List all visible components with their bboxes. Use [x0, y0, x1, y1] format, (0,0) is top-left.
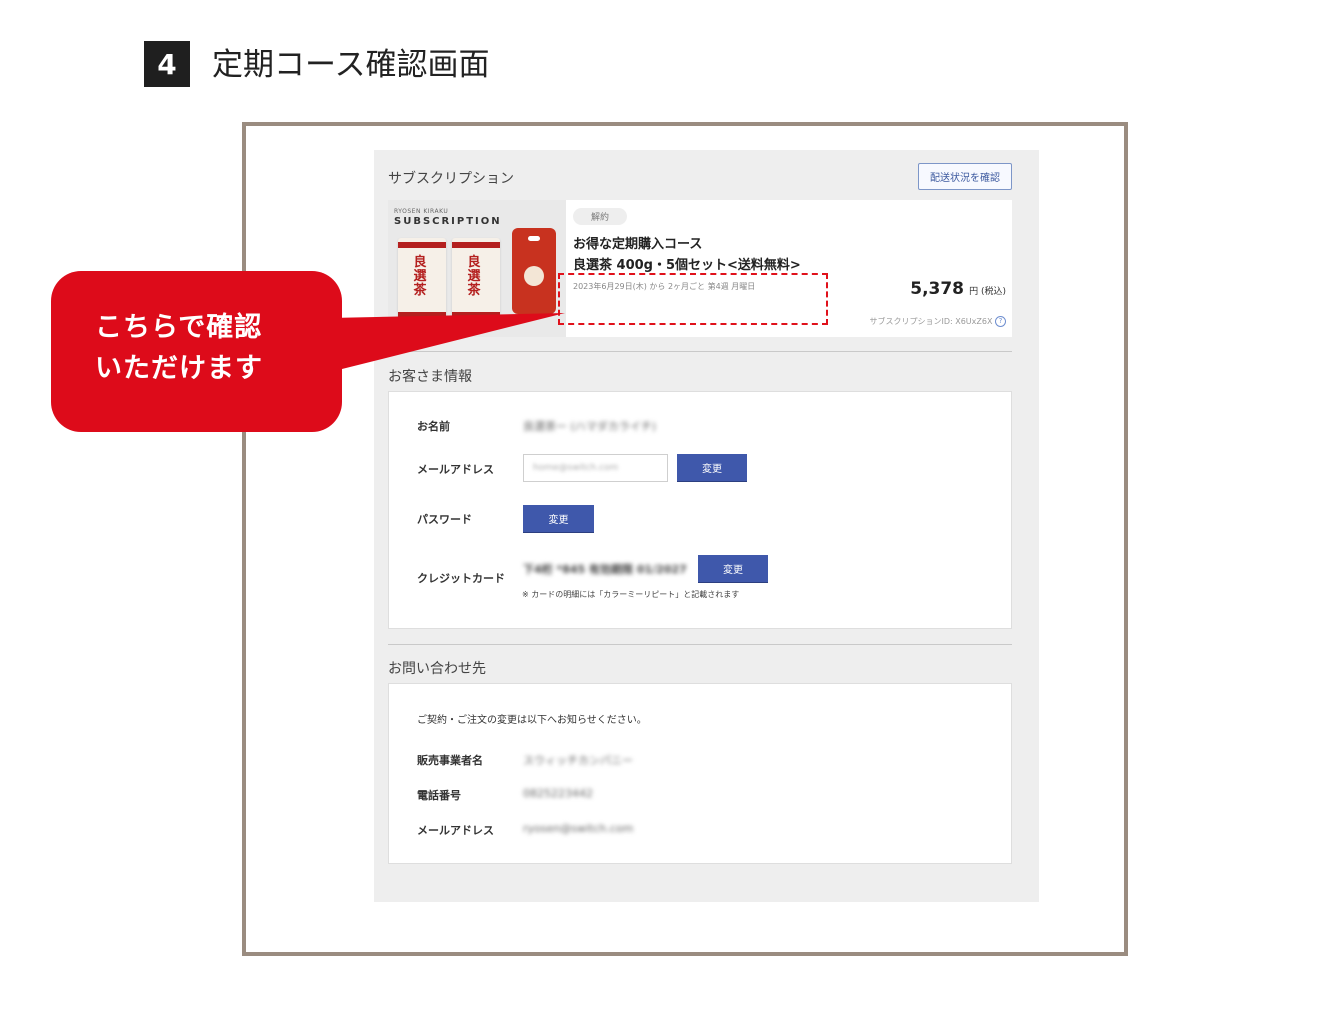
callout-text: こちらで確認 いただけます	[95, 307, 263, 389]
callout-pointer	[330, 313, 565, 372]
callout-line-1: こちらで確認	[95, 312, 263, 343]
callout-line-2: いただけます	[95, 353, 263, 384]
